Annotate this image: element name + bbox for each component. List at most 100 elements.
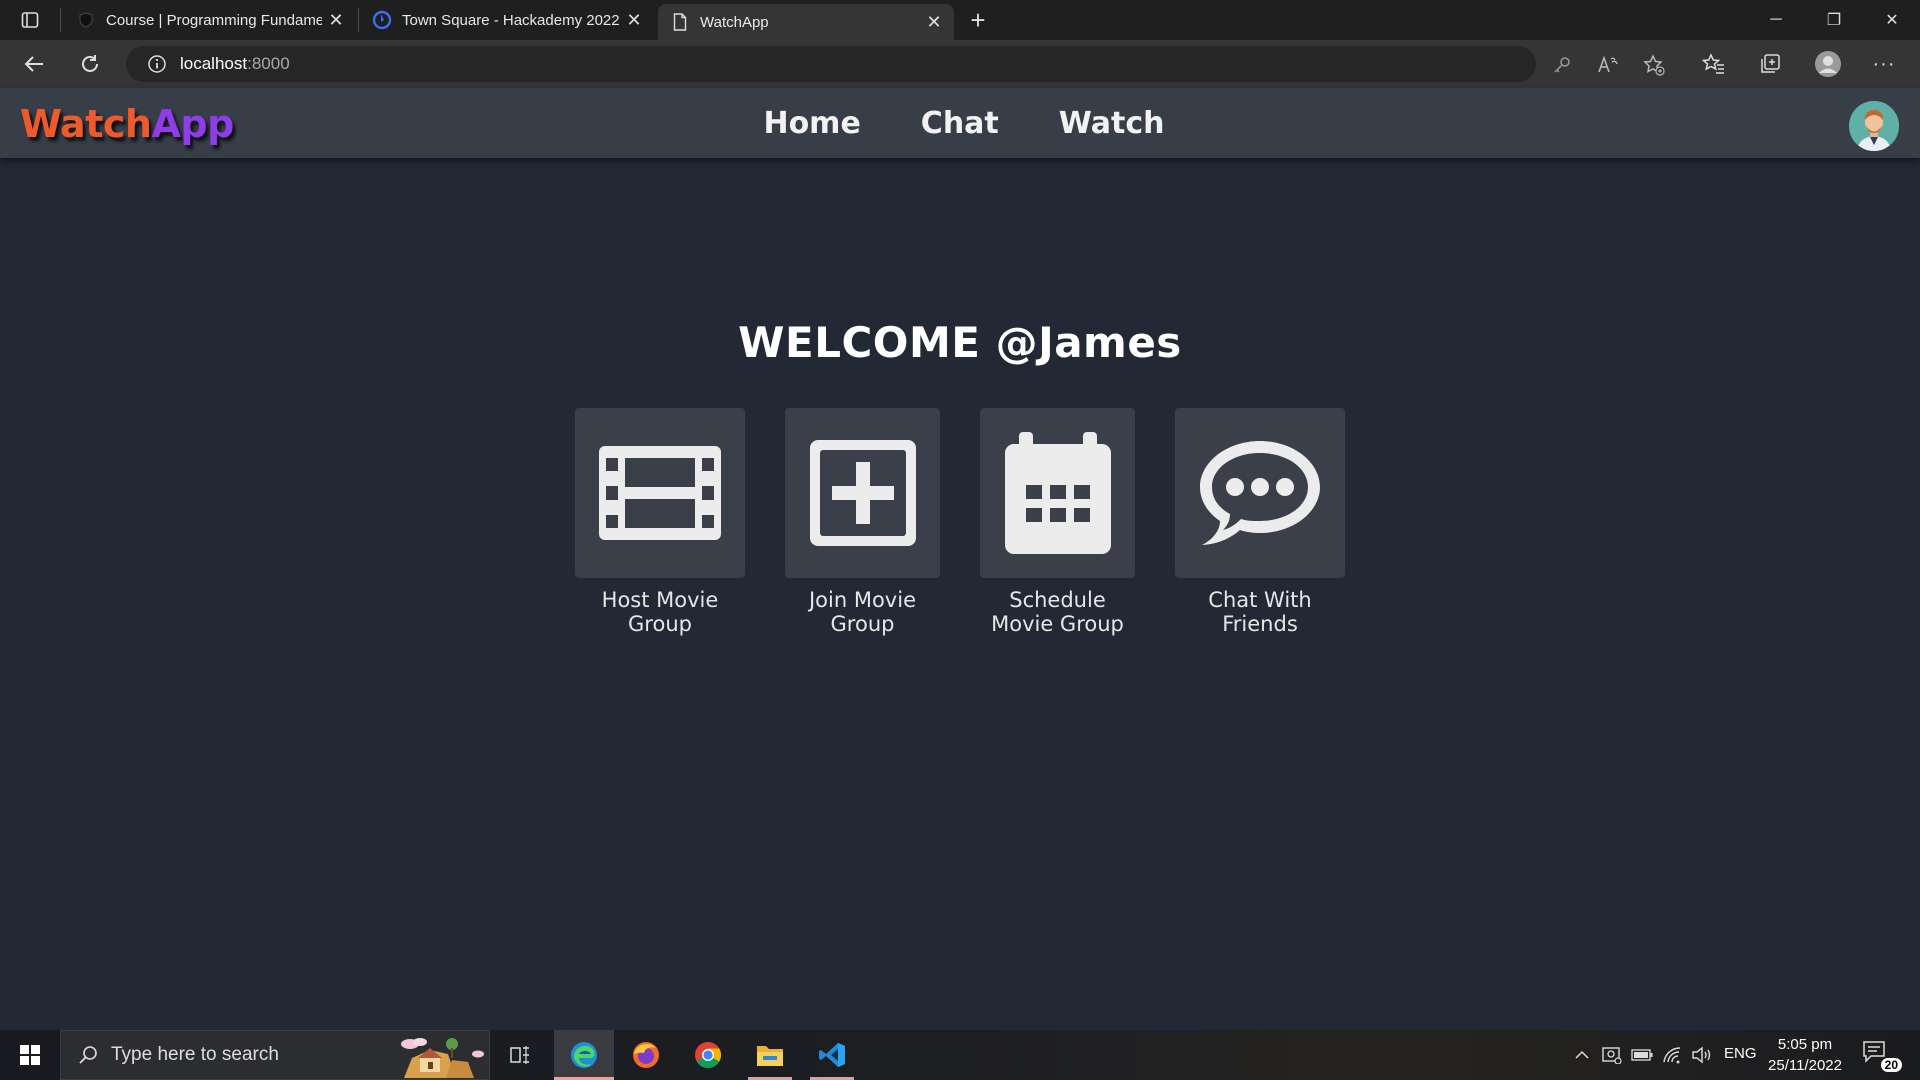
url-host: localhost xyxy=(180,54,248,73)
card-label-line2: Friends xyxy=(1222,612,1298,636)
film-icon xyxy=(599,446,721,540)
user-avatar[interactable] xyxy=(1849,101,1899,151)
taskbar-chrome[interactable] xyxy=(682,1030,734,1080)
card-label-line1: Chat With xyxy=(1208,588,1312,612)
page-favicon-icon xyxy=(670,12,690,32)
back-arrow-icon xyxy=(24,56,43,72)
firefox-icon xyxy=(633,1042,659,1068)
reload-button[interactable] xyxy=(72,48,108,80)
tab-close-button[interactable]: ✕ xyxy=(322,6,350,34)
clock-time: 5:05 pm xyxy=(1777,1036,1833,1053)
address-bar[interactable]: localhost:8000 xyxy=(126,46,1665,82)
windows-logo-icon xyxy=(20,1045,40,1065)
chrome-icon xyxy=(695,1042,722,1069)
nav-home[interactable]: Home xyxy=(763,106,860,141)
password-key-icon[interactable] xyxy=(1550,53,1574,77)
settings-more-button[interactable]: ··· xyxy=(1866,48,1902,80)
mattermost-favicon-icon xyxy=(372,10,392,30)
join-movie-group-card[interactable]: Join Movie Group xyxy=(785,408,940,636)
host-movie-group-card[interactable]: Host Movie Group xyxy=(575,408,745,636)
back-button[interactable] xyxy=(16,48,52,80)
card-label-line1: Join Movie xyxy=(808,588,916,612)
notification-center-button[interactable]: 20 xyxy=(1862,1040,1902,1072)
folder-icon xyxy=(757,1046,783,1066)
chevron-up-icon xyxy=(1575,1050,1589,1059)
app-navbar: WatchApp Home Chat Watch xyxy=(0,88,1920,158)
tab-title: Town Square - Hackademy 2022 xyxy=(402,11,620,29)
nav-chat[interactable]: Chat xyxy=(921,106,999,141)
tab-title: WatchApp xyxy=(700,13,769,31)
tab-actions-icon xyxy=(21,12,39,28)
card-label-line2: Group xyxy=(830,612,895,636)
site-info-icon[interactable] xyxy=(146,53,168,75)
tab-separator xyxy=(60,8,61,32)
battery-tray[interactable] xyxy=(1630,1043,1654,1067)
tab-close-button[interactable]: ✕ xyxy=(620,6,648,34)
taskbar-edge[interactable] xyxy=(554,1030,614,1080)
input-language[interactable]: ENG xyxy=(1724,1045,1757,1062)
tab-title: Course | Programming Fundame xyxy=(106,11,322,29)
main-nav: Home Chat Watch xyxy=(0,88,1920,158)
tab-course[interactable]: Course | Programming Fundame ✕ xyxy=(64,0,356,40)
task-view-icon xyxy=(510,1046,529,1064)
schedule-movie-group-button[interactable] xyxy=(980,408,1135,578)
wifi-icon xyxy=(1663,1047,1681,1064)
tab-town-square[interactable]: Town Square - Hackademy 2022 ✕ xyxy=(360,0,654,40)
card-label-line2: Group xyxy=(628,612,692,636)
show-hidden-icons-button[interactable] xyxy=(1570,1043,1594,1067)
profile-icon xyxy=(1815,51,1841,77)
minimize-button[interactable]: ─ xyxy=(1748,0,1804,40)
clock[interactable]: 5:05 pm 25/11/2022 xyxy=(1760,1034,1850,1076)
shield-favicon-icon xyxy=(76,10,96,30)
host-movie-group-button[interactable] xyxy=(575,408,745,578)
url-text: localhost:8000 xyxy=(180,54,290,74)
collections-button[interactable] xyxy=(1752,48,1788,80)
plus-square-icon xyxy=(809,440,916,546)
battery-icon xyxy=(1631,1049,1653,1061)
collections-icon xyxy=(1761,54,1780,73)
new-tab-button[interactable]: + xyxy=(960,5,996,35)
tab-close-button[interactable]: ✕ xyxy=(920,8,948,36)
chat-with-friends-card[interactable]: Chat With Friends xyxy=(1175,408,1345,636)
add-favorite-icon[interactable] xyxy=(1642,53,1666,77)
speaker-icon xyxy=(1692,1046,1711,1064)
notification-count: 20 xyxy=(1880,1058,1902,1072)
card-label-line1: Schedule xyxy=(1009,588,1106,612)
join-movie-group-button[interactable] xyxy=(785,408,940,578)
vscode-icon xyxy=(819,1043,845,1067)
window-close-button[interactable]: ✕ xyxy=(1864,0,1920,40)
windows-taskbar: Type here to search ENG 5:05 pm 25/11/20… xyxy=(0,1030,1920,1080)
browser-tab-strip: Course | Programming Fundame ✕ Town Squa… xyxy=(0,0,1920,40)
read-aloud-icon[interactable] xyxy=(1596,53,1620,77)
card-label-line1: Host Movie xyxy=(601,588,719,612)
search-highlight-illustration xyxy=(390,1032,486,1078)
meet-now-tray[interactable] xyxy=(1600,1043,1624,1067)
favorites-button[interactable] xyxy=(1696,48,1732,80)
profile-button[interactable] xyxy=(1810,48,1846,80)
card-label: Chat With Friends xyxy=(1135,588,1385,636)
clock-date: 25/11/2022 xyxy=(1768,1057,1842,1074)
card-label-line2: Movie Group xyxy=(991,612,1124,636)
welcome-heading: WELCOME @James xyxy=(738,318,1182,367)
user-avatar-icon xyxy=(1849,101,1899,151)
tab-separator xyxy=(358,8,359,32)
edge-icon xyxy=(571,1042,597,1068)
task-view-button[interactable] xyxy=(494,1030,546,1080)
start-button[interactable] xyxy=(0,1030,60,1080)
taskbar-file-explorer[interactable] xyxy=(742,1030,798,1080)
browser-toolbar: localhost:8000 ··· xyxy=(0,40,1920,88)
chat-with-friends-button[interactable] xyxy=(1175,408,1345,578)
schedule-movie-group-card[interactable]: Schedule Movie Group xyxy=(980,408,1135,636)
taskbar-vscode[interactable] xyxy=(804,1030,860,1080)
tab-actions-button[interactable] xyxy=(10,6,50,34)
network-tray[interactable] xyxy=(1660,1043,1684,1067)
taskbar-firefox[interactable] xyxy=(620,1030,672,1080)
search-placeholder: Type here to search xyxy=(111,1044,279,1065)
calendar-icon xyxy=(1004,432,1111,554)
search-icon xyxy=(77,1044,99,1066)
volume-tray[interactable] xyxy=(1690,1043,1714,1067)
restore-button[interactable]: ❐ xyxy=(1806,0,1862,40)
nav-watch[interactable]: Watch xyxy=(1059,106,1165,141)
tab-watchapp[interactable]: WatchApp ✕ xyxy=(658,4,954,40)
reload-icon xyxy=(82,55,98,72)
